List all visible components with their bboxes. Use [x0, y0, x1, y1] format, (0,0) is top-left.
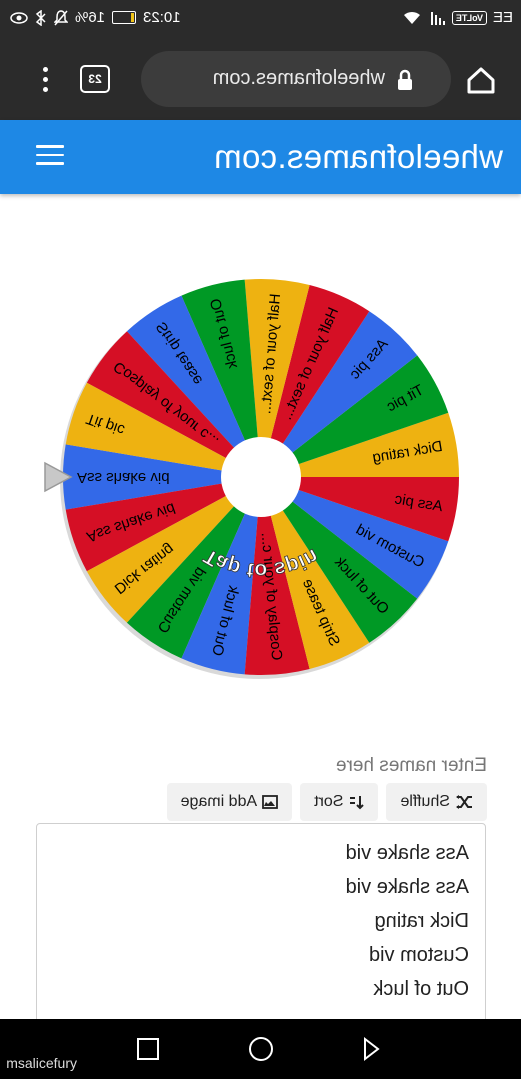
- app-header: wheelofnames.com: [0, 120, 521, 194]
- name-entry: Custom vid: [368, 944, 469, 966]
- home-nav-icon[interactable]: [248, 1036, 274, 1062]
- signal-icon: [430, 11, 445, 25]
- mirrored-screen: EE VoLTE 10:23 16% wheelofnames.com 23 w…: [0, 0, 521, 1079]
- name-entry: Out of luck: [373, 978, 469, 1000]
- sort-button[interactable]: Sort: [300, 783, 379, 821]
- status-left: EE VoLTE: [402, 9, 513, 26]
- status-right: 10:23 16%: [10, 9, 181, 26]
- battery-percent: 16%: [75, 9, 106, 26]
- shuffle-button[interactable]: Shuffle: [386, 783, 487, 821]
- bell-off-icon: [54, 9, 68, 25]
- address-bar[interactable]: wheelofnames.com: [141, 51, 451, 107]
- hamburger-menu-icon[interactable]: [36, 145, 64, 167]
- shuffle-label: Shuffle: [400, 793, 450, 810]
- names-label: Enter names here: [335, 755, 487, 776]
- system-nav-bar: msalicefury: [0, 1019, 521, 1079]
- watermark-text: msalicefury: [6, 1055, 77, 1071]
- back-icon[interactable]: [358, 1036, 384, 1062]
- carrier-label: EE: [492, 9, 513, 26]
- bluetooth-icon: [35, 9, 46, 26]
- image-icon: [262, 795, 279, 809]
- name-entry: Dick rating: [374, 910, 469, 932]
- status-bar: EE VoLTE 10:23 16%: [0, 0, 521, 38]
- names-textarea[interactable]: Ass shake vid Ass shake vid Dick rating Cus…: [36, 823, 486, 1033]
- clock: 10:23: [143, 9, 181, 26]
- home-icon[interactable]: [461, 60, 501, 100]
- name-entry: Ass shake vid: [345, 842, 469, 864]
- wheel-hub[interactable]: [221, 437, 301, 517]
- entries-toolbar: Shuffle Sort Add image: [166, 783, 487, 821]
- url-text: wheelofnames.com: [212, 67, 385, 89]
- name-entry: Ass shake vid: [345, 876, 469, 898]
- eye-icon: [10, 11, 28, 24]
- add-image-label: Add image: [180, 793, 258, 810]
- shuffle-icon: [456, 795, 472, 809]
- wheel-segment-label: Ass shake vid: [77, 469, 170, 486]
- wheel[interactable]: Ass shake vidAss shake vidDick ratingCus…: [0, 240, 521, 720]
- browser-menu-icon[interactable]: [41, 67, 49, 93]
- volte-badge: VoLTE: [451, 10, 487, 25]
- browser-toolbar: wheelofnames.com 23: [0, 38, 521, 120]
- sort-icon: [350, 796, 365, 810]
- battery-icon: [112, 11, 137, 24]
- wifi-icon: [403, 11, 420, 24]
- lock-icon: [398, 69, 412, 90]
- sort-label: Sort: [314, 793, 344, 810]
- recents-icon[interactable]: [135, 1036, 161, 1062]
- tab-switcher-button[interactable]: 23: [80, 65, 110, 93]
- app-title[interactable]: wheelofnames.com: [214, 138, 503, 176]
- add-image-button[interactable]: Add image: [166, 783, 293, 821]
- battery-fill: [130, 13, 135, 22]
